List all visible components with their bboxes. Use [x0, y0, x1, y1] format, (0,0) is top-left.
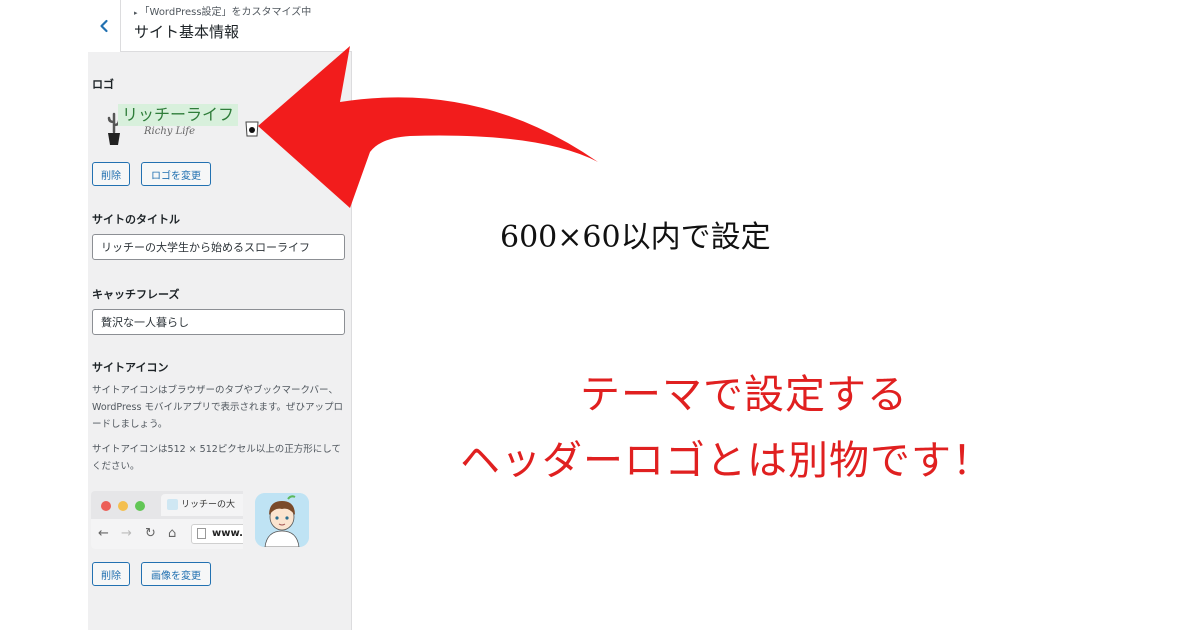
logo-subtext: Richy Life	[144, 126, 196, 137]
reload-icon: ↻	[145, 526, 156, 541]
annotation-line-1: テーマで設定する	[580, 372, 908, 418]
section-title: サイト基本情報	[134, 23, 240, 41]
site-icon-change-button[interactable]: 画像を変更	[141, 562, 211, 586]
annotation-line-2: ヘッダーロゴとは別物です！	[460, 438, 993, 484]
browser-nav-row: ← → ↻ ⌂ www.	[91, 519, 243, 549]
close-dot-icon	[101, 501, 111, 511]
chevron-left-icon	[100, 19, 108, 33]
avatar-icon	[255, 493, 309, 547]
browser-tab-label: リッチーの大	[181, 500, 236, 510]
address-bar: www.	[191, 524, 243, 544]
tagline-label: キャッチフレーズ	[92, 288, 180, 301]
site-icon-remove-button[interactable]: 削除	[92, 562, 130, 586]
address-text: www.	[212, 528, 243, 539]
size-annotation: 600×60以内で設定	[500, 220, 771, 255]
site-icon-size-note: サイトアイコンは512 × 512ピクセル以上の正方形にしてください。	[92, 444, 342, 472]
minimize-dot-icon	[118, 501, 128, 511]
logo-remove-button[interactable]: 削除	[92, 162, 130, 186]
logo-label: ロゴ	[92, 78, 114, 91]
red-arrow-icon	[258, 46, 598, 208]
logo-change-button[interactable]: ロゴを変更	[141, 162, 211, 186]
maximize-dot-icon	[135, 501, 145, 511]
site-icon-label: サイトアイコン	[92, 361, 169, 374]
back-button[interactable]	[88, 0, 121, 52]
site-title-label: サイトのタイトル	[92, 213, 180, 226]
logo-text: リッチーライフ	[118, 104, 239, 126]
breadcrumb-text: 「WordPress設定」をカスタマイズ中	[139, 7, 312, 18]
back-arrow-icon: ←	[98, 526, 109, 541]
breadcrumb: ▸ 「WordPress設定」をカスタマイズ中	[134, 7, 312, 18]
site-title-input[interactable]	[92, 234, 345, 260]
site-icon-preview	[255, 493, 309, 547]
home-icon: ⌂	[168, 526, 177, 541]
forward-arrow-icon: →	[121, 526, 132, 541]
browser-tab: リッチーの大	[161, 494, 243, 516]
favicon-icon	[167, 499, 178, 510]
page-icon	[197, 528, 206, 539]
tagline-input[interactable]	[92, 309, 345, 335]
browser-preview: リッチーの大 ← → ↻ ⌂ www.	[91, 491, 243, 549]
site-icon-description: サイトアイコンはブラウザーのタブやブックマークバー、WordPress モバイル…	[92, 385, 343, 430]
